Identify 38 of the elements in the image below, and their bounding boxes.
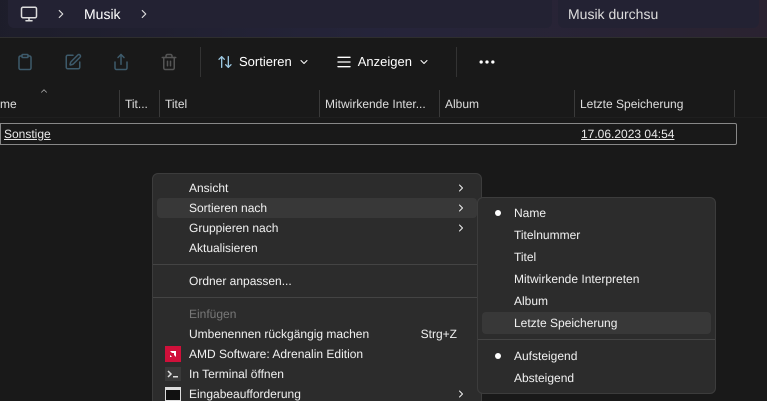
column-header[interactable]: Mitwirkende Inter... [320, 90, 440, 117]
search-field[interactable]: Musik durchsu [558, 0, 759, 28]
menu-item[interactable]: Umbenennen rückgängig machen Strg+Z [157, 324, 477, 344]
menu-item[interactable]: Aufsteigend [482, 345, 711, 367]
menu-item[interactable]: Name [482, 202, 711, 224]
column-header[interactable]: Album [440, 90, 575, 117]
menu-item[interactable]: Titelnummer [482, 224, 711, 246]
breadcrumb-item[interactable]: Musik [84, 4, 121, 24]
file-row[interactable]: Sonstige 17.06.2023 04:54 [0, 123, 737, 145]
column-header[interactable]: Letzte Speicherung [575, 90, 735, 117]
list-icon [336, 54, 352, 70]
folder-name: Sonstige [3, 126, 52, 143]
menu-item[interactable]: Album [482, 290, 711, 312]
menu-item[interactable]: In Terminal öffnen [157, 364, 477, 384]
view-button[interactable]: Anzeigen [336, 52, 430, 72]
computer-icon [20, 5, 38, 23]
menu-item[interactable]: Letzte Speicherung [482, 312, 711, 334]
menu-item[interactable]: Absteigend [482, 367, 711, 389]
menu-item[interactable]: Titel [482, 246, 711, 268]
column-header[interactable]: Tit... [120, 90, 160, 117]
menu-item[interactable]: Aktualisieren [157, 238, 477, 258]
column-header[interactable]: Titel [160, 90, 320, 117]
menu-item[interactable]: AMD Software: Adrenalin Edition [157, 344, 477, 364]
shortcut-text: Strg+Z [420, 326, 457, 343]
menu-item[interactable]: Eingabeaufforderung [157, 384, 477, 401]
sort-icon [217, 54, 233, 70]
menu-item[interactable]: Mitwirkende Interpreten [482, 268, 711, 290]
sort-button[interactable]: Sortieren [217, 52, 310, 72]
menu-item[interactable]: Ansicht [157, 178, 477, 198]
terminal-icon [165, 367, 181, 381]
address-bar[interactable]: Musik [8, 0, 552, 28]
menu-item[interactable]: Gruppieren nach [157, 218, 477, 238]
menu-item[interactable]: Ordner anpassen... [157, 271, 477, 291]
menu-item[interactable]: Sortieren nach [157, 198, 477, 218]
app-logo-icon [165, 346, 181, 362]
console-icon [165, 387, 181, 401]
modified-date: 17.06.2023 04:54 [581, 126, 674, 143]
column-header[interactable]: me [0, 90, 120, 117]
